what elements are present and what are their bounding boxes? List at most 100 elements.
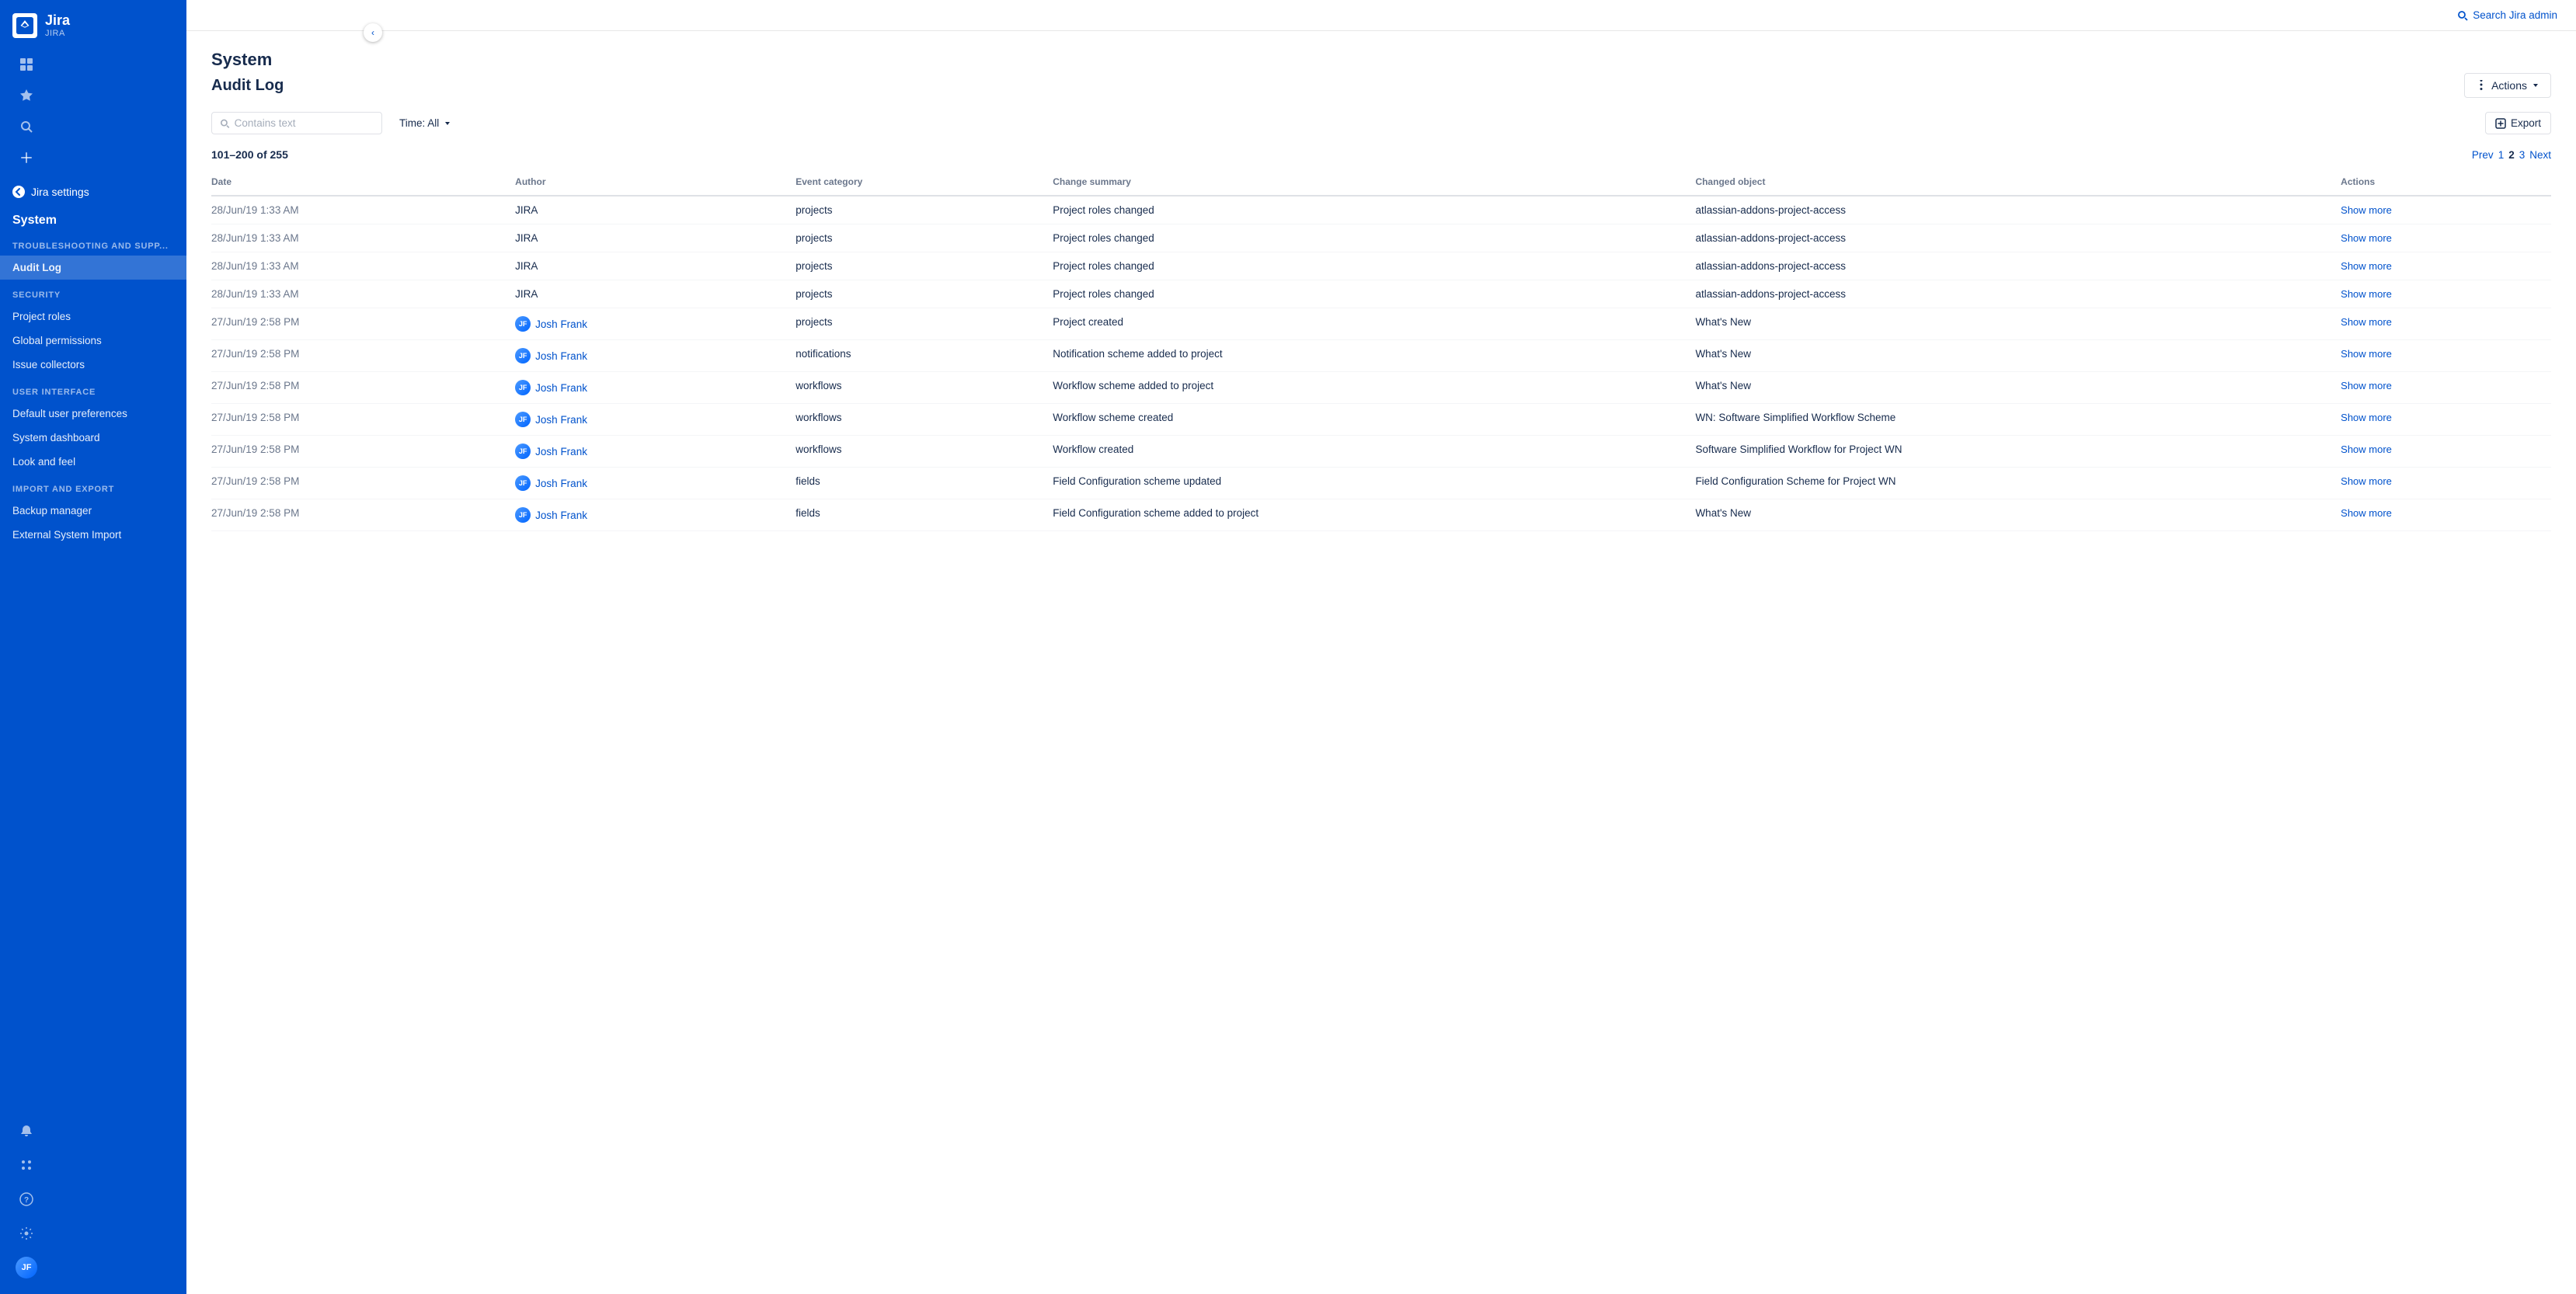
cell-actions: Show more [2341,372,2551,404]
export-icon [2495,118,2506,129]
cell-actions: Show more [2341,280,2551,308]
export-label: Export [2511,117,2541,129]
sidebar-section-title: USER INTERFACE [0,377,186,402]
cell-event-category: projects [795,280,1053,308]
cell-changed-object: atlassian-addons-project-access [1695,280,2341,308]
cell-author: JIRA [515,280,795,308]
cell-changed-object: atlassian-addons-project-access [1695,224,2341,252]
table-row: 28/Jun/19 1:33 AMJIRAprojectsProject rol… [211,196,2551,224]
table-row: 28/Jun/19 1:33 AMJIRAprojectsProject rol… [211,224,2551,252]
table-row: 27/Jun/19 2:58 PMJFJosh FrankworkflowsWo… [211,404,2551,436]
cell-author[interactable]: JFJosh Frank [515,340,795,372]
table-row: 28/Jun/19 1:33 AMJIRAprojectsProject rol… [211,252,2551,280]
sidebar-item-backup-manager[interactable]: Backup manager [0,499,186,523]
sidebar-item-external-system-import[interactable]: External System Import [0,523,186,547]
cell-author[interactable]: JFJosh Frank [515,308,795,340]
show-more-button[interactable]: Show more [2341,316,2392,328]
export-button[interactable]: Export [2485,112,2551,134]
show-more-button[interactable]: Show more [2341,444,2392,455]
cell-change-summary: Workflow created [1053,436,1695,468]
audit-log-title: Audit Log [211,77,284,95]
sidebar-item-look-and-feel[interactable]: Look and feel [0,450,186,474]
sidebar-sections: TROUBLESHOOTING AND SUPP...Audit LogSECU… [0,231,186,547]
sidebar-item-audit-log[interactable]: Audit Log [0,256,186,280]
cell-change-summary: Workflow scheme created [1053,404,1695,436]
cell-author[interactable]: JFJosh Frank [515,468,795,499]
sidebar-icon-group [0,44,186,178]
sidebar-item-global-permissions[interactable]: Global permissions [0,329,186,353]
sidebar-item-project-roles[interactable]: Project roles [0,304,186,329]
back-button[interactable]: Jira settings [0,178,186,206]
cell-author[interactable]: JFJosh Frank [515,372,795,404]
show-more-button[interactable]: Show more [2341,288,2392,300]
cell-author[interactable]: JFJosh Frank [515,436,795,468]
search-admin-button[interactable]: Search Jira admin [2457,9,2557,21]
col-change-summary: Change summary [1053,172,1695,196]
cell-event-category: workflows [795,372,1053,404]
cell-event-category: projects [795,252,1053,280]
cell-event-category: notifications [795,340,1053,372]
search-admin-label: Search Jira admin [2473,9,2557,21]
cell-changed-object: What's New [1695,340,2341,372]
search-box[interactable] [211,112,382,134]
cell-date: 27/Jun/19 2:58 PM [211,372,515,404]
cell-event-category: workflows [795,404,1053,436]
show-more-button[interactable]: Show more [2341,380,2392,391]
sidebar-item-issue-collectors[interactable]: Issue collectors [0,353,186,377]
cell-changed-object: Field Configuration Scheme for Project W… [1695,468,2341,499]
cell-date: 27/Jun/19 2:58 PM [211,308,515,340]
table-row: 28/Jun/19 1:33 AMJIRAprojectsProject rol… [211,280,2551,308]
app-sub: JIRA [45,29,70,38]
top-bar: Search Jira admin [186,0,2576,31]
add-icon[interactable] [12,144,40,172]
actions-button[interactable]: Actions [2464,73,2551,98]
time-filter-button[interactable]: Time: All [392,113,459,134]
cell-change-summary: Project roles changed [1053,252,1695,280]
show-more-button[interactable]: Show more [2341,507,2392,519]
show-more-button[interactable]: Show more [2341,204,2392,216]
show-more-button[interactable]: Show more [2341,232,2392,244]
app-name-group: Jira JIRA [45,12,70,38]
notification-icon[interactable] [12,1117,40,1145]
collapse-sidebar-button[interactable]: ‹ [364,23,382,42]
cell-change-summary: Notification scheme added to project [1053,340,1695,372]
cell-date: 28/Jun/19 1:33 AM [211,280,515,308]
cell-changed-object: atlassian-addons-project-access [1695,196,2341,224]
next-page[interactable]: Next [2529,149,2551,161]
cell-author[interactable]: JFJosh Frank [515,404,795,436]
cell-event-category: projects [795,196,1053,224]
page-3[interactable]: 3 [2519,149,2526,161]
cell-event-category: fields [795,468,1053,499]
user-avatar[interactable]: JF [12,1254,40,1282]
cell-event-category: fields [795,499,1053,531]
table-body: 28/Jun/19 1:33 AMJIRAprojectsProject rol… [211,196,2551,531]
apps-icon[interactable] [12,1151,40,1179]
col-date: Date [211,172,515,196]
search-input[interactable] [235,117,374,129]
cell-date: 27/Jun/19 2:58 PM [211,436,515,468]
current-page: 2 [2508,149,2515,161]
star-icon[interactable] [12,82,40,110]
show-more-button[interactable]: Show more [2341,475,2392,487]
cell-actions: Show more [2341,468,2551,499]
col-actions: Actions [2341,172,2551,196]
sidebar-header: Jira JIRA [0,0,186,44]
app-name: Jira [45,12,70,29]
cell-actions: Show more [2341,252,2551,280]
search-icon[interactable] [12,113,40,141]
show-more-button[interactable]: Show more [2341,348,2392,360]
cell-change-summary: Workflow scheme added to project [1053,372,1695,404]
cell-author[interactable]: JFJosh Frank [515,499,795,531]
time-filter-label: Time: All [399,117,439,129]
cell-change-summary: Project roles changed [1053,196,1695,224]
page-1[interactable]: 1 [2498,149,2505,161]
sidebar-item-default-user-preferences[interactable]: Default user preferences [0,402,186,426]
grid-icon[interactable] [12,50,40,78]
help-icon[interactable]: ? [12,1185,40,1213]
actions-label: Actions [2491,79,2527,92]
sidebar-item-system-dashboard[interactable]: System dashboard [0,426,186,450]
show-more-button[interactable]: Show more [2341,412,2392,423]
show-more-button[interactable]: Show more [2341,260,2392,272]
prev-page[interactable]: Prev [2472,149,2494,161]
settings-icon[interactable] [12,1219,40,1247]
